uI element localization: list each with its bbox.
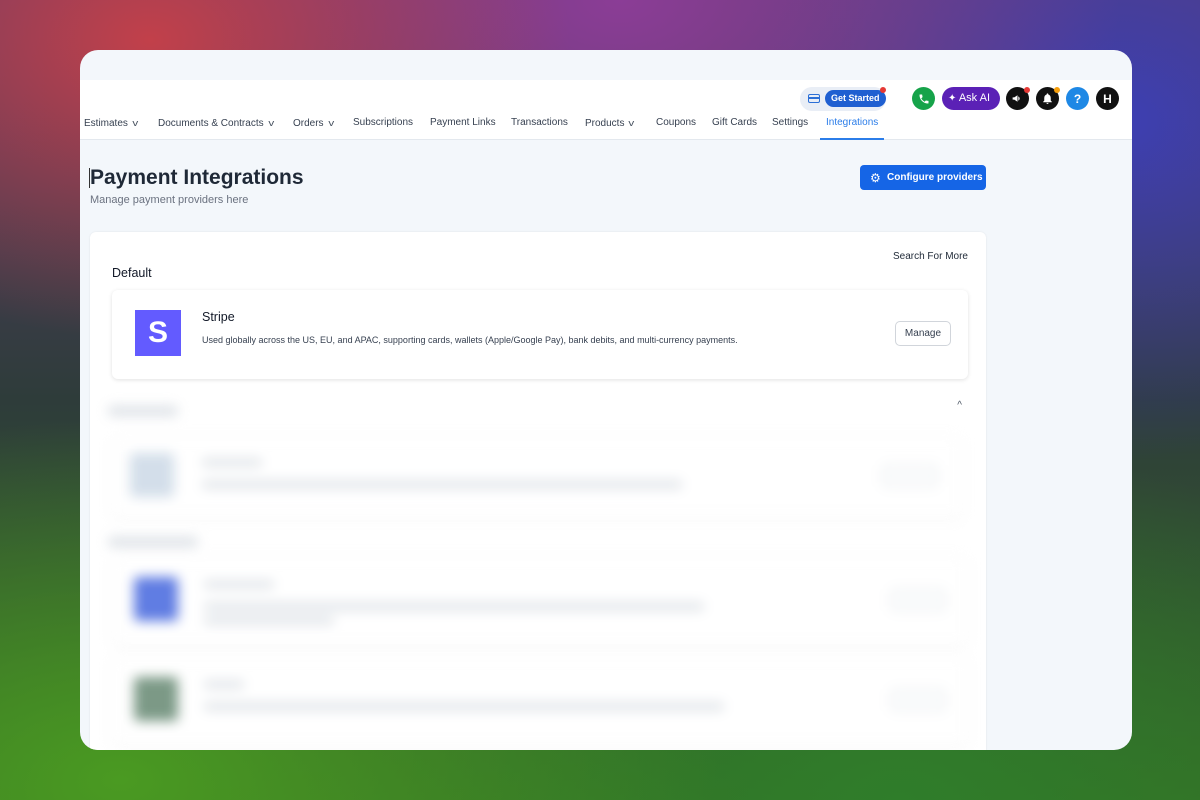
blurred-section-heading (108, 406, 178, 416)
page-subtitle: Manage payment providers here (90, 194, 249, 206)
phone-icon (919, 94, 928, 103)
blurred-text (202, 459, 262, 466)
blurred-logo (130, 453, 174, 497)
card-icon (808, 94, 820, 103)
blurred-provider-card (112, 557, 968, 645)
configure-providers-label: Configure providers (887, 172, 983, 183)
chevron-down-icon: v (132, 118, 139, 128)
stripe-logo: S (135, 310, 181, 356)
nav-item-subscriptions[interactable]: Subscriptions (353, 114, 413, 140)
providers-panel: Search For More Default S Stripe Used gl… (90, 232, 986, 750)
blurred-text (204, 703, 724, 710)
blurred-provider-card (112, 657, 968, 745)
nav-item-settings[interactable]: Settings (772, 114, 808, 140)
provider-description: Used globally across the US, EU, and APA… (202, 335, 738, 345)
get-started-button[interactable]: Get Started (825, 90, 886, 107)
notifications-dot (1054, 87, 1060, 93)
manage-button[interactable]: Manage (895, 321, 951, 346)
stripe-provider-card: S Stripe Used globally across the US, EU… (112, 290, 968, 379)
blurred-text (204, 603, 704, 610)
provider-name: Stripe (202, 310, 235, 324)
nav-item-documents-contracts[interactable]: Documents & Contracts v (158, 114, 274, 140)
blurred-text (204, 681, 244, 688)
blurred-provider-card (112, 437, 962, 517)
header-actions: Get Started ✦ Ask AI ? H (792, 84, 1132, 116)
avatar[interactable]: H (1096, 87, 1119, 110)
ask-ai-label: Ask AI (958, 92, 991, 104)
megaphone-icon (1012, 95, 1020, 102)
notification-dot (880, 87, 886, 93)
nav-item-orders[interactable]: Orders v (293, 114, 334, 140)
blurred-text (204, 617, 334, 624)
nav-item-coupons[interactable]: Coupons (656, 114, 696, 140)
app-window: Get Started ✦ Ask AI ? H Estimates v Doc… (80, 50, 1132, 750)
sparkle-icon: ✦ (948, 93, 957, 104)
main-nav: Estimates v Documents & Contracts v Orders… (80, 114, 1132, 140)
ask-ai-button[interactable]: ✦ Ask AI (942, 87, 1000, 110)
help-button[interactable]: ? (1066, 87, 1089, 110)
blurred-logo (134, 677, 178, 721)
top-bar: Get Started ✦ Ask AI ? H Estimates v Doc… (80, 80, 1132, 140)
blurred-text (202, 481, 682, 488)
nav-item-gift-cards[interactable]: Gift Cards (712, 114, 757, 140)
bell-icon (1043, 93, 1052, 104)
default-section-heading: Default (112, 266, 152, 280)
configure-providers-button[interactable]: ⚙ Configure providers (860, 165, 986, 190)
nav-item-estimates[interactable]: Estimates v (84, 114, 139, 140)
chevron-down-icon: v (628, 118, 635, 128)
chevron-down-icon: v (267, 118, 274, 128)
nav-item-transactions[interactable]: Transactions (511, 114, 568, 140)
search-for-more-link[interactable]: Search For More (893, 251, 968, 262)
blurred-text (204, 581, 274, 588)
page-title: Payment Integrations (90, 166, 304, 189)
avatar-initial: H (1103, 91, 1112, 106)
chevron-down-icon: v (327, 118, 334, 128)
nav-item-integrations[interactable]: Integrations (820, 114, 885, 140)
blurred-button (890, 589, 946, 611)
blurred-button (882, 465, 938, 487)
phone-button[interactable] (912, 87, 935, 110)
blurred-logo (134, 577, 178, 621)
blurred-provider-list (90, 392, 986, 750)
nav-item-payment-links[interactable]: Payment Links (430, 114, 496, 140)
announcements-dot (1024, 87, 1030, 93)
blurred-button (890, 689, 946, 711)
gear-icon: ⚙ (870, 171, 881, 185)
nav-item-products[interactable]: Products v (585, 114, 635, 140)
blurred-section-heading (108, 537, 198, 547)
get-started-chip[interactable]: Get Started (800, 87, 886, 111)
help-icon: ? (1073, 91, 1082, 106)
